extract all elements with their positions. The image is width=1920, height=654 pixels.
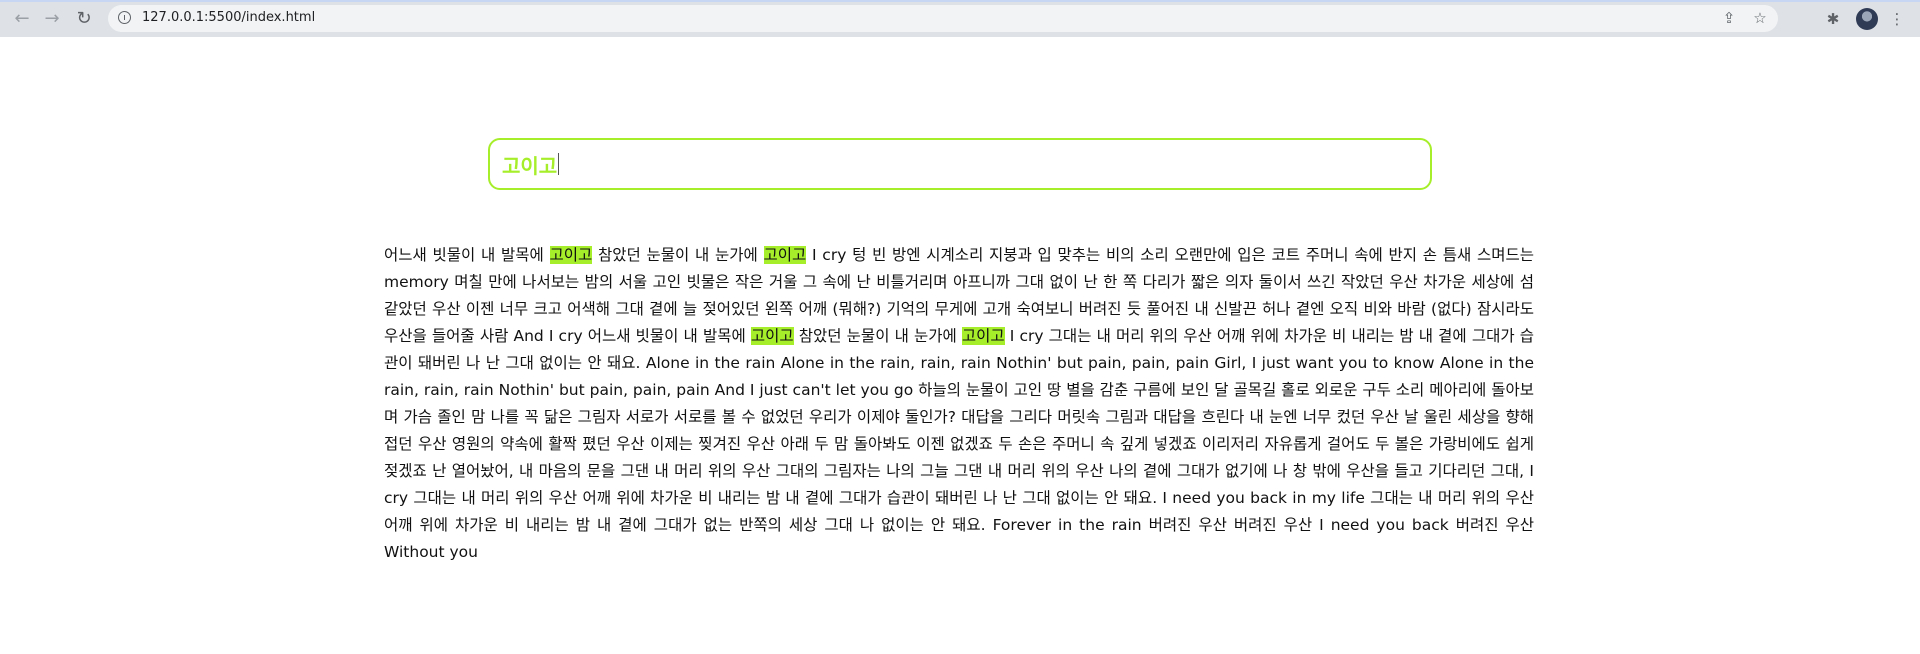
lyrics-segment: 참았던 눈물이 내 눈가에 <box>592 246 764 264</box>
reload-icon[interactable]: ↻ <box>72 8 96 30</box>
lyrics-text: 어느새 빗물이 내 발목에 고이고 참았던 눈물이 내 눈가에 고이고 I cr… <box>384 242 1534 566</box>
browser-toolbar: ← → ↻ 127.0.0.1:5500/index.html ⇪ ☆ ✱ ⋮ <box>0 0 1920 37</box>
site-info-icon[interactable] <box>118 11 131 24</box>
puzzle-icon[interactable]: ✱ <box>1822 8 1844 30</box>
profile-avatar[interactable] <box>1856 8 1878 30</box>
highlighted-match: 고이고 <box>549 246 593 264</box>
share-icon[interactable]: ⇪ <box>1718 7 1740 29</box>
kebab-menu-icon[interactable]: ⋮ <box>1886 8 1908 30</box>
search-input[interactable]: 고이고 <box>488 138 1432 190</box>
tab-strip-edge <box>0 0 1920 2</box>
search-query[interactable]: 고이고 <box>502 150 557 179</box>
highlighted-match: 고이고 <box>961 327 1005 345</box>
lyrics-segment: 참았던 눈물이 내 눈가에 <box>793 327 962 345</box>
highlighted-match: 고이고 <box>750 327 794 345</box>
url-text[interactable]: 127.0.0.1:5500/index.html <box>142 9 315 27</box>
address-bar[interactable]: 127.0.0.1:5500/index.html ⇪ ☆ <box>108 5 1778 32</box>
lyrics-segment: 어느새 빗물이 내 발목에 <box>384 246 550 264</box>
highlighted-match: 고이고 <box>763 246 807 264</box>
text-caret <box>558 153 560 175</box>
back-arrow-icon[interactable]: ← <box>10 8 34 30</box>
forward-arrow-icon[interactable]: → <box>40 8 64 30</box>
lyrics-segment: I cry 그대는 내 머리 위의 우산 어깨 위에 차가운 비 내리는 밤 내… <box>384 327 1534 561</box>
star-icon[interactable]: ☆ <box>1749 7 1771 29</box>
